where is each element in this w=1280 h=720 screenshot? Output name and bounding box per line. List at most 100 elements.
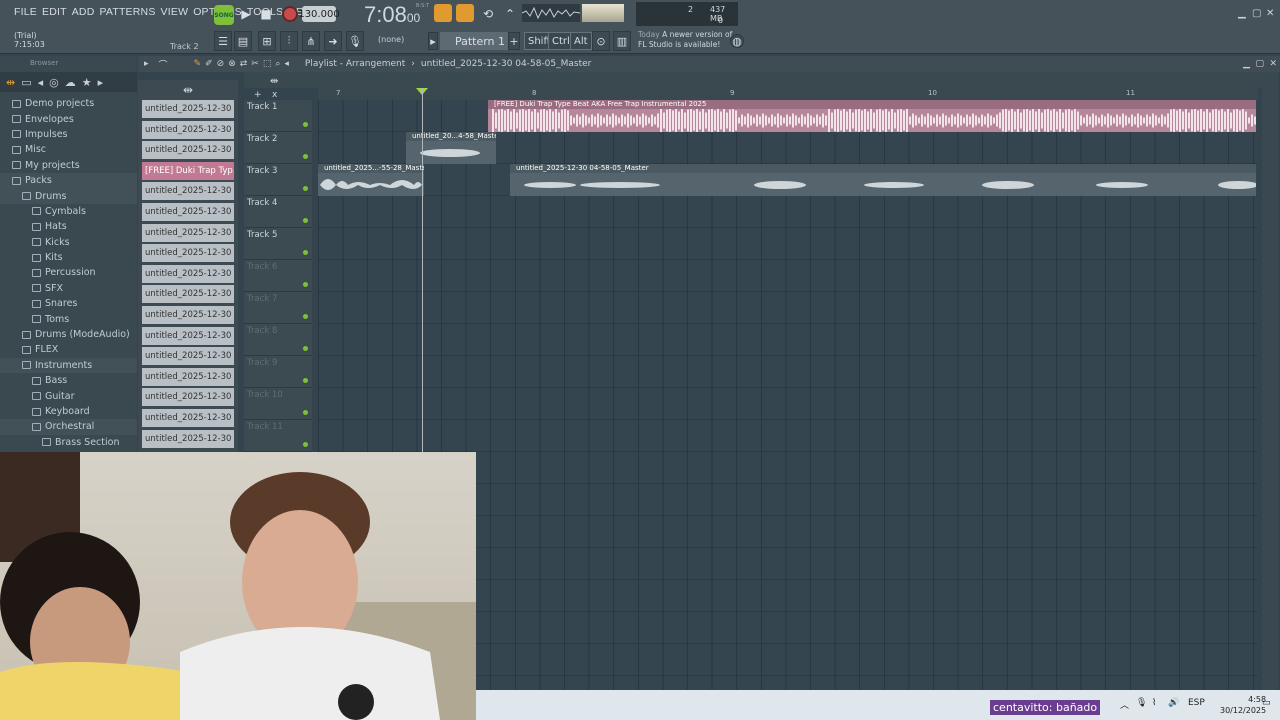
browser-sync-icon[interactable]: ◎: [49, 76, 59, 89]
track-header[interactable]: Track 6: [244, 260, 312, 292]
wifi-icon[interactable]: ⌇: [1152, 698, 1156, 708]
audio-clip-beat[interactable]: [FREE] Duki Trap Type Beat AKA Free Trap…: [488, 100, 1256, 132]
browser-item[interactable]: Drums (ModeAudio): [0, 327, 137, 342]
track-header[interactable]: Track 2: [244, 132, 312, 164]
browser-item[interactable]: Toms: [0, 311, 137, 326]
audio-clip-track3a[interactable]: untitled_2025...-55-28_Master: [318, 164, 424, 196]
browser-item[interactable]: Percussion: [0, 265, 137, 280]
menu-add[interactable]: ADD: [72, 6, 95, 18]
timeline-ruler[interactable]: 7 8 9 10 11: [318, 88, 1258, 100]
menu-edit[interactable]: EDIT: [42, 6, 67, 18]
track-enable-icon[interactable]: [303, 442, 308, 447]
picker-item[interactable]: untitled_2025-12-30 04-: [142, 347, 234, 366]
browser-item[interactable]: SFX: [0, 281, 137, 296]
track-options-icon[interactable]: ⇹: [270, 76, 278, 87]
picker-item[interactable]: [FREE] Duki Trap Typ...: [142, 161, 234, 180]
track-enable-icon[interactable]: [303, 186, 308, 191]
plugin-picker-button[interactable]: ⋔: [302, 31, 320, 51]
picker-header-icon[interactable]: ⇹: [138, 80, 238, 100]
browser-button[interactable]: ➜: [324, 31, 342, 51]
slip-tool-icon[interactable]: ⇄: [240, 59, 248, 69]
browser-star-icon[interactable]: ★: [82, 76, 92, 89]
slice-tool-icon[interactable]: ✂: [251, 59, 259, 69]
add-pattern-icon[interactable]: +: [508, 32, 520, 50]
step-edit-icon[interactable]: ⌃: [500, 4, 520, 24]
browser-item[interactable]: Brass Section: [0, 435, 137, 450]
browser-more-icon[interactable]: ▸: [98, 76, 104, 89]
track-enable-icon[interactable]: [303, 410, 308, 415]
browser-item[interactable]: Misc: [0, 142, 137, 157]
project-icon[interactable]: ▥: [613, 31, 631, 51]
vertical-scrollbar[interactable]: [1262, 72, 1278, 690]
notification-icon[interactable]: ▭: [1262, 698, 1271, 708]
browser-item[interactable]: Bass: [0, 373, 137, 388]
paint-tool-icon[interactable]: ✐: [205, 59, 213, 69]
browser-item[interactable]: Guitar: [0, 388, 137, 403]
select-tool-icon[interactable]: ⬚: [263, 59, 272, 69]
track-enable-icon[interactable]: [303, 218, 308, 223]
playlist-overview[interactable]: [244, 72, 1278, 88]
picker-item[interactable]: untitled_2025-12-30 04-: [142, 367, 234, 386]
track-header[interactable]: Track 11: [244, 420, 312, 452]
volume-icon[interactable]: 🔊: [1168, 698, 1179, 708]
browser-item[interactable]: Hats: [0, 219, 137, 234]
track-enable-icon[interactable]: [303, 250, 308, 255]
track-header[interactable]: Track 9: [244, 356, 312, 388]
browser-item[interactable]: Cymbals: [0, 204, 137, 219]
zoom-tool-icon[interactable]: ⌕: [275, 59, 280, 69]
picker-item[interactable]: untitled_2025-12-30 04-: [142, 326, 234, 345]
chevron-up-icon[interactable]: ︿: [1120, 698, 1129, 711]
piano-roll-button[interactable]: ▤: [234, 31, 252, 51]
picker-item[interactable]: untitled_2025-12-30 04-: [142, 223, 234, 242]
precount-icon[interactable]: [456, 4, 474, 22]
track-header[interactable]: Track 4: [244, 196, 312, 228]
playlist-maximize-icon[interactable]: ▢: [1255, 59, 1264, 69]
track-header[interactable]: Track 8: [244, 324, 312, 356]
track-header[interactable]: Track 10: [244, 388, 312, 420]
audio-clip-track2[interactable]: untitled_20...4-58_Master: [406, 132, 496, 164]
menu-view[interactable]: VIEW: [161, 6, 189, 18]
playback-tool-icon[interactable]: ◂: [284, 59, 289, 69]
browser-item[interactable]: Envelopes: [0, 111, 137, 126]
browser-item[interactable]: Demo projects: [0, 96, 137, 111]
browser-file-icon[interactable]: ▭: [21, 76, 31, 89]
mute-tool-icon[interactable]: ⊗: [228, 59, 236, 69]
master-volume[interactable]: [582, 4, 624, 22]
browser-item[interactable]: Instruments: [0, 357, 137, 374]
stop-icon[interactable]: ■: [256, 4, 276, 24]
picker-item[interactable]: untitled_2025-12-30 04-: [142, 202, 234, 221]
browser-item[interactable]: My projects: [0, 158, 137, 173]
track-enable-icon[interactable]: [303, 378, 308, 383]
globe-icon[interactable]: ◍: [730, 34, 744, 48]
alt-key-button[interactable]: Alt: [570, 32, 592, 50]
browser-item[interactable]: Packs: [0, 172, 137, 189]
picker-item[interactable]: untitled_2025-12-30 04-: [142, 429, 234, 448]
track-header[interactable]: Track 7: [244, 292, 312, 324]
track-enable-icon[interactable]: [303, 122, 308, 127]
picker-item[interactable]: untitled_2025-12-30 04-: [142, 182, 234, 201]
track-header[interactable]: Track 5: [244, 228, 312, 260]
draw-tool-icon[interactable]: ✎: [194, 59, 202, 69]
track-enable-icon[interactable]: [303, 154, 308, 159]
delete-tool-icon[interactable]: ⊘: [217, 59, 225, 69]
menu-patterns[interactable]: PATTERNS: [99, 6, 155, 18]
track-enable-icon[interactable]: [303, 314, 308, 319]
channel-rack-button[interactable]: ⊞: [258, 31, 276, 51]
play-icon[interactable]: ▶: [236, 4, 256, 24]
close-icon[interactable]: ✕: [1266, 8, 1274, 19]
browser-item[interactable]: Kicks: [0, 235, 137, 250]
track-header[interactable]: Track 3: [244, 164, 312, 196]
playlist-snap-icon[interactable]: ⌒: [159, 58, 168, 71]
picker-item[interactable]: untitled_2025-12-30 04-: [142, 388, 234, 407]
browser-back-icon[interactable]: ◂: [38, 76, 44, 89]
tempo-display[interactable]: 130.000: [298, 6, 340, 22]
browser-item[interactable]: Impulses: [0, 127, 137, 142]
picker-item[interactable]: untitled_2025-12-30 04-: [142, 120, 234, 139]
browser-options-icon[interactable]: ⇹: [6, 76, 15, 89]
picker-item[interactable]: untitled_2025-12-30 04-: [142, 141, 234, 160]
metronome-icon[interactable]: [434, 4, 452, 22]
picker-item[interactable]: untitled_2025-12-30 04-: [142, 100, 234, 118]
maximize-icon[interactable]: ▢: [1252, 8, 1261, 19]
menu-file[interactable]: FILE: [14, 6, 37, 18]
picker-item[interactable]: untitled_2025-12-30 04-: [142, 264, 234, 283]
